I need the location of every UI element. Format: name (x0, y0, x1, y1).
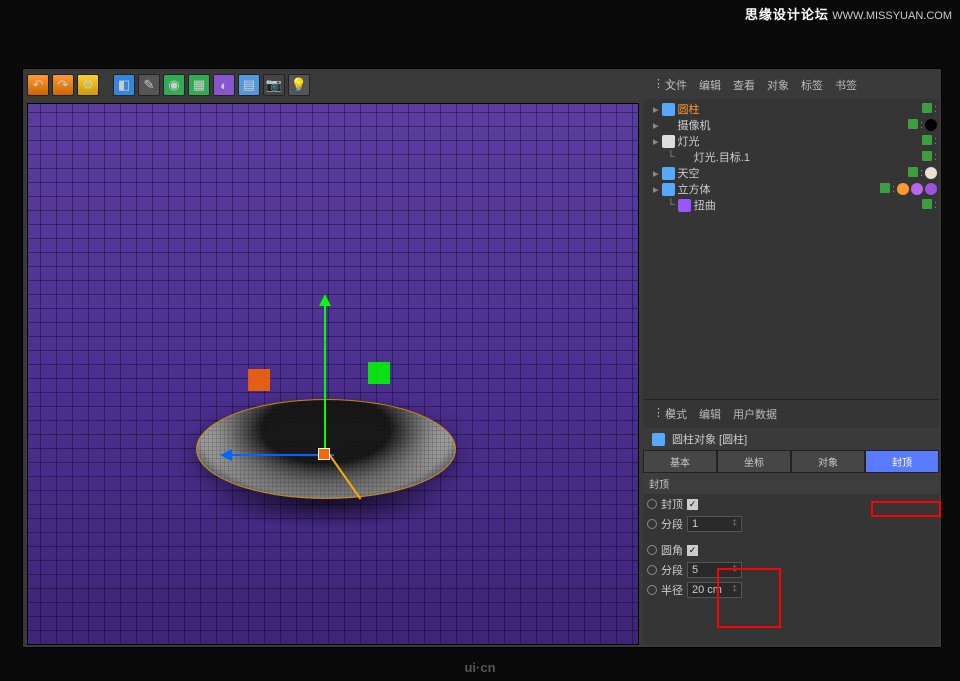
radio-icon (647, 545, 657, 555)
pen-tool-icon[interactable]: ✎ (138, 74, 160, 96)
tab-coord[interactable]: 坐标 (717, 450, 791, 473)
tree-item[interactable]: └扭曲: (645, 197, 937, 213)
watermark: 思缘设计论坛 WWW.MISSYUAN.COM (745, 4, 952, 23)
settings-icon[interactable]: ⚙ (77, 74, 99, 96)
cube-primitive-icon[interactable]: ◧ (113, 74, 135, 96)
handle-flag-icon[interactable] (248, 369, 270, 391)
nurbs-icon[interactable]: ◉ (163, 74, 185, 96)
handle-flag-icon[interactable] (368, 362, 390, 384)
tree-item[interactable]: ▸圆柱: (645, 101, 937, 117)
attr-object-title: 圆柱对象 [圆柱] (643, 428, 939, 450)
right-panel: ⋮⋮ 文件 编辑 查看 对象 标签 书签 ▸圆柱:▸摄像机:▸灯光:└灯光.目标… (643, 71, 939, 645)
radio-icon (647, 585, 657, 595)
menu-tags[interactable]: 标签 (795, 75, 829, 95)
attribute-manager: ⋮⋮ 模式 编辑 用户数据 圆柱对象 [圆柱] 基本 坐标 对象 封顶 封顶 封… (643, 399, 939, 640)
radio-icon (647, 519, 657, 529)
attr-menu-mode[interactable]: 模式 (659, 404, 693, 424)
menu-edit[interactable]: 编辑 (693, 75, 727, 95)
environment-icon[interactable]: ▤ (238, 74, 260, 96)
redo-icon[interactable]: ↷ (52, 74, 74, 96)
highlight-fields (717, 568, 781, 628)
undo-icon[interactable]: ↶ (27, 74, 49, 96)
tree-item[interactable]: ▸摄像机: (645, 117, 937, 133)
fillet-checkbox[interactable]: ✓ (687, 545, 698, 556)
attr-menu-userdata[interactable]: 用户数据 (727, 404, 783, 424)
footer-logo: ui·cn (464, 660, 495, 675)
tree-item[interactable]: ▸灯光: (645, 133, 937, 149)
y-axis-gizmo[interactable] (324, 296, 326, 456)
menu-file[interactable]: 文件 (659, 75, 693, 95)
cylinder-icon (652, 433, 665, 446)
prop-fillet-segments: 分段 5‡ (643, 560, 939, 580)
highlight-tab (871, 501, 941, 517)
tab-basic[interactable]: 基本 (643, 450, 717, 473)
camera-icon[interactable]: 📷 (263, 74, 285, 96)
radio-icon (647, 565, 657, 575)
attr-tabs: 基本 坐标 对象 封顶 (643, 450, 939, 473)
segments-field[interactable]: 1‡ (687, 516, 742, 532)
gizmo-center[interactable] (318, 448, 330, 460)
prop-fillet-radius: 半径 20 cm‡ (643, 580, 939, 600)
prop-segments: 分段 1‡ (643, 514, 939, 534)
menu-view[interactable]: 查看 (727, 75, 761, 95)
cap-checkbox[interactable]: ✓ (687, 499, 698, 510)
app-frame: ↶ ↷ ⚙ ◧ ✎ ◉ ▦ ◐ ▤ 📷 💡 ◎ ▭ ◐ ● ● ● ● XYZ … (22, 68, 942, 648)
section-caps: 封顶 (643, 473, 939, 494)
menu-bookmarks[interactable]: 书签 (829, 75, 863, 95)
tree-item[interactable]: ▸天空: (645, 165, 937, 181)
object-tree[interactable]: ▸圆柱:▸摄像机:▸灯光:└灯光.目标.1:▸天空:▸立方体:└扭曲: (643, 99, 939, 399)
prop-fillet: 圆角 ✓ (643, 540, 939, 560)
tab-object[interactable]: 对象 (791, 450, 865, 473)
menu-objects[interactable]: 对象 (761, 75, 795, 95)
3d-viewport[interactable]: for(let i=0;i<45;i++)document.write('<di… (27, 103, 639, 645)
radio-icon (647, 499, 657, 509)
deformer-icon[interactable]: ◐ (213, 74, 235, 96)
attr-menu-edit[interactable]: 编辑 (693, 404, 727, 424)
array-icon[interactable]: ▦ (188, 74, 210, 96)
tab-caps[interactable]: 封顶 (865, 450, 939, 473)
tree-item[interactable]: ▸立方体: (645, 181, 937, 197)
light-icon[interactable]: 💡 (288, 74, 310, 96)
object-manager-menu: ⋮⋮ 文件 编辑 查看 对象 标签 书签 (643, 71, 939, 99)
tree-item[interactable]: └灯光.目标.1: (645, 149, 937, 165)
